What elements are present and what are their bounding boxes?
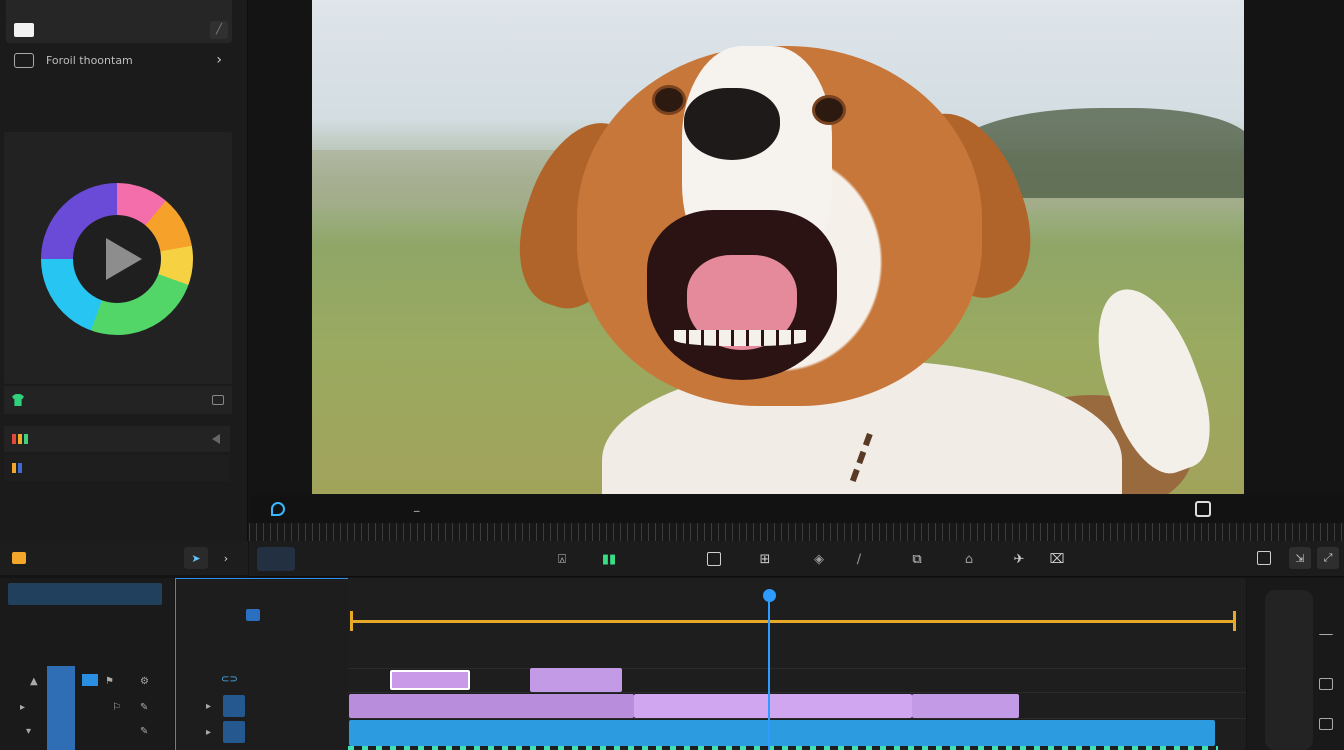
video-frame[interactable] — [312, 0, 1244, 494]
work-area-bar[interactable] — [350, 611, 1236, 631]
separator-dash: _ — [414, 499, 420, 512]
track-color-swatch[interactable] — [82, 674, 98, 686]
shield-icon[interactable]: ◈ — [809, 549, 829, 569]
clip-audio[interactable] — [349, 720, 1215, 746]
tab-active[interactable] — [257, 547, 295, 571]
folder-orange-icon — [12, 552, 26, 564]
pin-icon[interactable]: ⚑ — [105, 676, 114, 687]
project-panel-header[interactable] — [8, 583, 162, 605]
color-bars-icon — [12, 463, 22, 473]
sidebar-footer: ➤ › — [0, 541, 248, 575]
minus-icon[interactable] — [1319, 634, 1333, 636]
dog-nose — [684, 88, 780, 160]
preview-ruler[interactable] — [249, 523, 1344, 541]
plane-icon[interactable]: ✈ — [1009, 549, 1029, 569]
grid-icon[interactable]: ⊞ — [755, 549, 775, 569]
preview-panel — [249, 0, 1344, 495]
left-sidebar: ╱ Foroil thoontam › — [0, 0, 248, 575]
preview-status-strip: _ — [249, 495, 1344, 523]
slash-tool-icon[interactable]: ∕ — [849, 549, 869, 569]
export-icon[interactable]: ⇲ — [1289, 547, 1311, 569]
meter-mode-icon[interactable] — [1319, 718, 1333, 730]
comment-icon[interactable]: ✎ — [140, 702, 148, 713]
selected-track-column[interactable] — [47, 666, 75, 750]
timeline-ruler[interactable] — [348, 578, 1246, 618]
playhead-handle[interactable] — [763, 589, 776, 602]
crop-icon[interactable]: ⧉ — [907, 549, 927, 569]
playhead-line[interactable] — [768, 590, 770, 750]
clip-icon[interactable]: ⌧ — [1047, 549, 1067, 569]
mark-in-icon[interactable]: ⍓ — [552, 549, 572, 569]
track-divider — [348, 718, 1246, 719]
track-arrow-icon[interactable]: ▸ — [206, 701, 211, 712]
track-eye-icon[interactable]: ▾ — [26, 726, 31, 737]
play-button-inner — [73, 215, 161, 303]
collapse-icon[interactable] — [212, 434, 220, 444]
clip-title[interactable] — [390, 670, 470, 690]
gear-icon[interactable]: ⚙ — [140, 676, 149, 687]
color-bars-icon — [12, 434, 28, 444]
clip-video-1[interactable] — [349, 694, 634, 718]
bookmark-icon[interactable]: ⚐ — [112, 702, 121, 713]
snapshot-icon[interactable] — [1195, 501, 1211, 517]
track-a1-toggle[interactable] — [223, 721, 245, 743]
track-toggle[interactable] — [246, 609, 260, 621]
link-toggle-icon[interactable]: ⊂⊃ — [221, 674, 238, 685]
folder-icon — [14, 52, 34, 68]
track-lock-icon[interactable]: ▸ — [20, 702, 25, 713]
track-v1-toggle[interactable] — [223, 695, 245, 717]
track-arrow-icon[interactable]: ▸ — [206, 727, 211, 738]
audio-waveform — [348, 746, 1218, 750]
media-thumbnail-icon — [14, 23, 34, 37]
slash-icon[interactable]: ╱ — [210, 21, 228, 39]
sidebar-item-media[interactable]: ╱ — [6, 17, 232, 43]
chevron-right-icon[interactable]: › — [214, 547, 238, 569]
track-divider — [348, 692, 1246, 693]
settings-icon[interactable] — [1253, 547, 1275, 569]
mark-out-icon[interactable]: ▮▮ — [599, 549, 619, 569]
layer-row-2[interactable] — [4, 455, 230, 481]
effects-row[interactable] — [4, 386, 232, 414]
track-divider — [348, 668, 1246, 669]
chevron-right-icon[interactable]: › — [216, 52, 222, 68]
audio-meter-panel — [1247, 578, 1344, 750]
clip-video-2[interactable] — [634, 694, 912, 718]
clip-overlay[interactable] — [530, 668, 622, 692]
dog-teeth — [674, 330, 809, 346]
chip-icon[interactable] — [212, 395, 224, 405]
dog-eye-right — [812, 95, 846, 125]
link-icon[interactable]: ✎ — [140, 726, 148, 737]
marker-icon[interactable] — [271, 502, 285, 516]
pointer-tool-icon[interactable]: ➤ — [184, 547, 208, 569]
timeline-toolbar: ⍓ ▮▮ ⊞ ◈ ∕ ⧉ ⌂ ✈ ⌧ ⇲ ⤢ — [249, 541, 1344, 577]
player-card — [4, 132, 232, 384]
triangle-icon[interactable]: ▲ — [30, 676, 38, 687]
sidebar-item-folder[interactable]: Foroil thoontam › — [6, 47, 232, 73]
trash-icon[interactable]: ⌂ — [959, 549, 979, 569]
timeline-panel[interactable] — [348, 578, 1246, 750]
clip-video-3[interactable] — [912, 694, 1019, 718]
expand-icon[interactable]: ⤢ — [1317, 547, 1339, 569]
layer-row-1[interactable] — [4, 426, 230, 452]
dog-eye-left — [652, 85, 686, 115]
audio-meter — [1265, 590, 1313, 750]
meter-settings-icon[interactable] — [1319, 678, 1333, 690]
shirt-icon — [12, 394, 24, 406]
monitor-icon[interactable] — [704, 549, 724, 569]
track-headers: ⊂⊃ ▸ ▸ — [175, 578, 348, 750]
color-ring-play-button[interactable] — [41, 183, 193, 335]
project-panel: ▲ ▸ ▾ ⚑ ⚙ ⚐ ✎ ✎ — [0, 578, 174, 750]
sidebar-item-folder-label: Foroil thoontam — [46, 53, 133, 67]
play-icon — [106, 238, 142, 280]
